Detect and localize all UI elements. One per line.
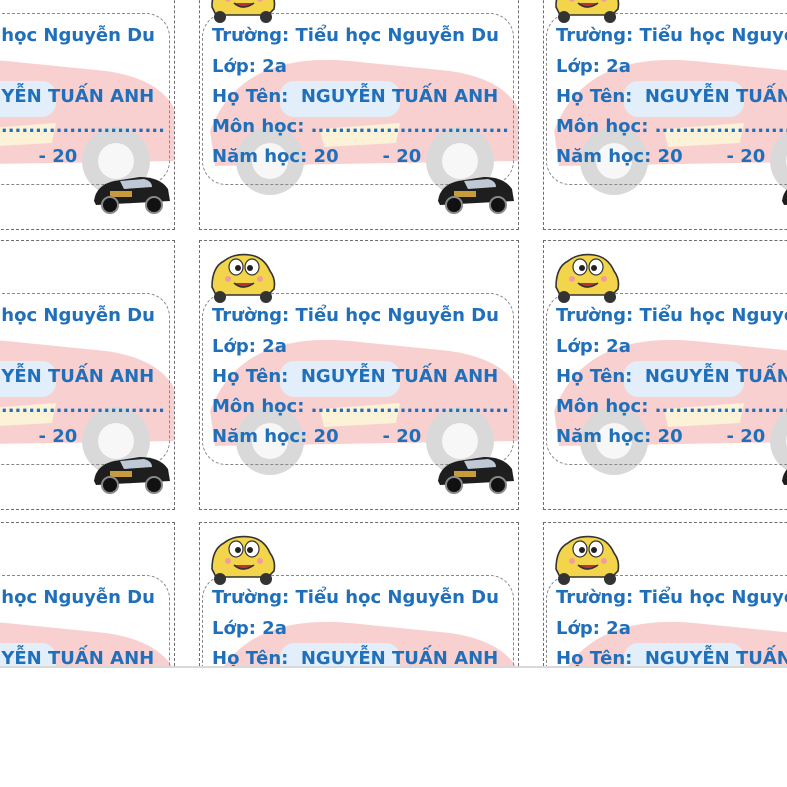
class-line: Lớp: 2a [212,56,287,77]
label-sheet: Trường: Tiểu học Nguyễn Du Lớp: 2a Họ Tê… [0,0,787,668]
full-name-line: Họ Tên: NGUYỄN TUẤN ANH [0,648,155,668]
yellow-cartoon-car-icon [211,0,276,23]
name-label: Trường: Tiểu học Nguyễn Du Lớp: 2a Họ Tê… [199,522,519,668]
school-line: Trường: Tiểu học Nguyễn Du [1,25,155,46]
subject-line: Môn học: ............................. [0,116,165,137]
name-label: Trường: Tiểu học Nguyễn Du Lớp: 2a Họ Tê… [543,522,787,668]
black-race-car-icon [94,177,170,214]
class-line: Lớp: 2a [556,618,631,639]
school-year-line: Năm học: 20 - 20 [212,426,422,447]
school-year-line: Năm học: 20 - 20 [38,426,78,447]
school-line: Trường: Tiểu học Nguyễn Du [556,25,787,46]
school-line: Trường: Tiểu học Nguyễn Du [212,587,499,608]
name-label: Trường: Tiểu học Nguyễn Du Lớp: 2a Họ Tê… [0,0,175,230]
yellow-cartoon-car-icon [555,0,620,23]
black-race-car-icon [438,177,514,214]
full-name-line: Họ Tên: NGUYỄN TUẤN ANH [212,86,499,107]
full-name-line: Họ Tên: NGUYỄN TUẤN ANH [556,648,787,668]
school-line: Trường: Tiểu học Nguyễn Du [212,25,499,46]
yellow-cartoon-car-icon [555,535,620,585]
subject-line: Môn học: ............................. [556,396,787,417]
subject-line: Môn học: ............................. [212,116,509,137]
full-name-line: Họ Tên: NGUYỄN TUẤN ANH [0,86,155,107]
black-race-car-icon [94,457,170,494]
full-name-line: Họ Tên: NGUYỄN TUẤN ANH [0,366,155,387]
yellow-cartoon-car-icon [211,253,276,303]
black-race-car-icon [782,469,787,485]
subject-line: Môn học: ............................. [556,116,787,137]
name-label: Trường: Tiểu học Nguyễn Du Lớp: 2a Họ Tê… [543,0,787,230]
school-line: Trường: Tiểu học Nguyễn Du [1,305,155,326]
school-year-line: Năm học: 20 - 20 [212,146,422,167]
full-name-line: Họ Tên: NGUYỄN TUẤN ANH [212,366,499,387]
school-year-line: Năm học: 20 - 20 [556,426,766,447]
subject-line: Môn học: ............................. [212,396,509,417]
school-year-line: Năm học: 20 - 20 [556,146,766,167]
school-line: Trường: Tiểu học Nguyễn Du [556,305,787,326]
sheet-edge [0,666,787,668]
yellow-cartoon-car-icon [211,535,276,585]
class-line: Lớp: 2a [212,618,287,639]
yellow-cartoon-car-icon [555,253,620,303]
school-year-line: Năm học: 20 - 20 [38,146,78,167]
name-label: Trường: Tiểu học Nguyễn Du Lớp: 2a Họ Tê… [0,522,175,668]
name-label: Trường: Tiểu học Nguyễn Du Lớp: 2a Họ Tê… [543,240,787,510]
school-line: Trường: Tiểu học Nguyễn Du [1,587,155,608]
black-race-car-icon [782,189,787,205]
name-label: Trường: Tiểu học Nguyễn Du Lớp: 2a Họ Tê… [0,240,175,510]
name-label: Trường: Tiểu học Nguyễn Du Lớp: 2a Họ Tê… [199,240,519,510]
class-line: Lớp: 2a [556,336,631,357]
full-name-line: Họ Tên: NGUYỄN TUẤN ANH [212,648,499,668]
full-name-line: Họ Tên: NGUYỄN TUẤN ANH [556,366,787,387]
class-line: Lớp: 2a [556,56,631,77]
subject-line: Môn học: ............................. [0,396,165,417]
school-line: Trường: Tiểu học Nguyễn Du [212,305,499,326]
school-line: Trường: Tiểu học Nguyễn Du [556,587,787,608]
black-race-car-icon [438,457,514,494]
class-line: Lớp: 2a [212,336,287,357]
name-label: Trường: Tiểu học Nguyễn Du Lớp: 2a Họ Tê… [199,0,519,230]
full-name-line: Họ Tên: NGUYỄN TUẤN ANH [556,86,787,107]
